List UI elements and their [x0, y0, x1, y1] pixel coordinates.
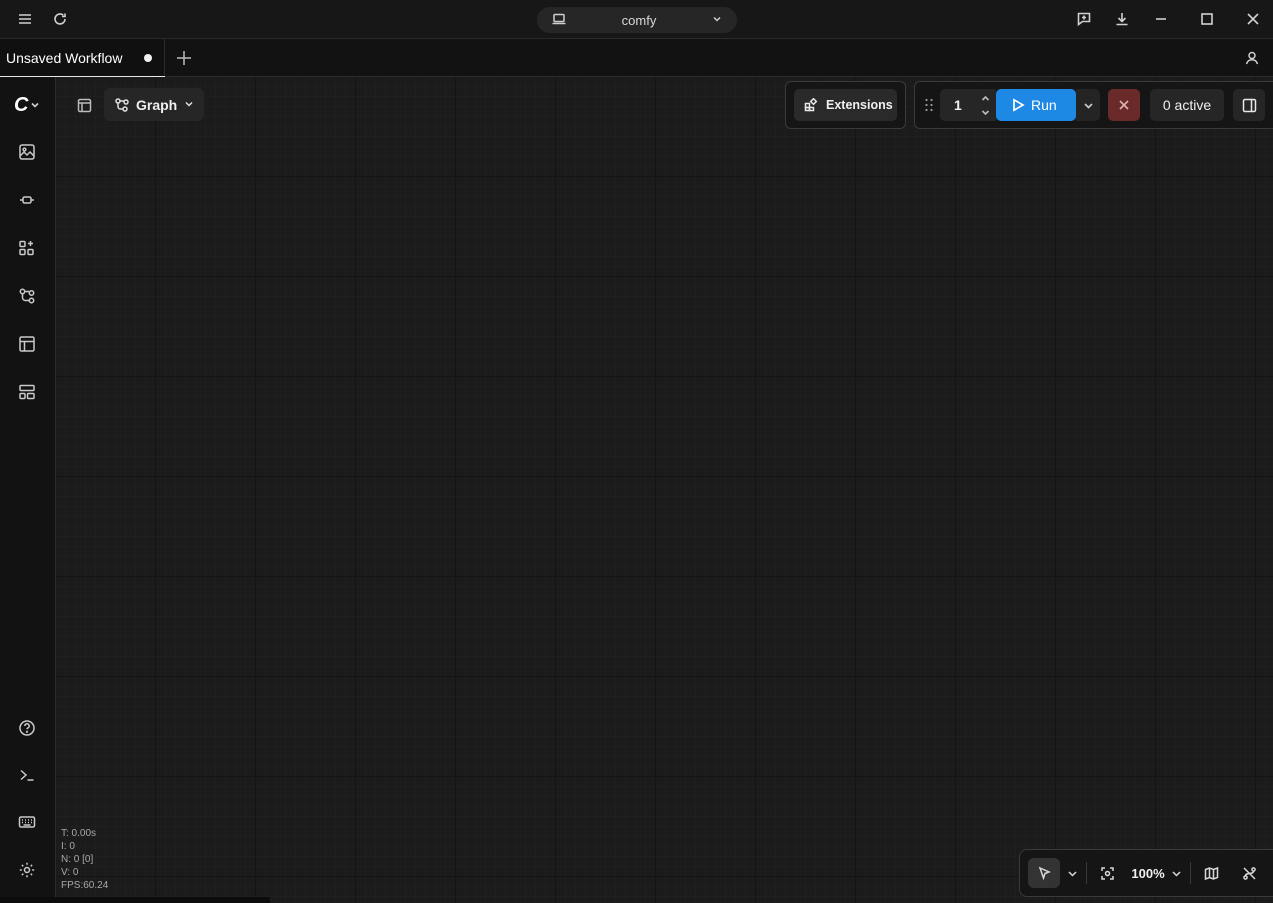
tool-menu-button[interactable] [1062, 858, 1082, 888]
map-icon [1204, 866, 1218, 880]
user-icon[interactable] [1240, 46, 1264, 70]
stat-time: T: 0.00s [61, 828, 97, 839]
node-library-icon[interactable] [12, 233, 42, 263]
chevron-down-icon [183, 97, 195, 113]
view-mode-label: Graph [136, 96, 178, 113]
batch-count-value: 1 [954, 97, 962, 113]
templates-icon[interactable] [12, 329, 42, 359]
panel-right-icon [1242, 98, 1256, 112]
cancel-button[interactable] [1108, 89, 1140, 121]
workflow-tab-bar: Unsaved Workflow [0, 39, 1273, 78]
extensions-icon [804, 98, 818, 112]
server-selector[interactable]: comfy [537, 7, 737, 33]
comfy-menu-button[interactable]: C [14, 94, 48, 116]
chevron-down-icon [1083, 102, 1093, 109]
title-bar: comfy [0, 0, 1273, 39]
stat-nodes: N: 0 [0] [61, 854, 94, 865]
increment-icon[interactable] [978, 92, 992, 104]
toggle-panel-icon[interactable] [72, 93, 96, 117]
cursor-icon [1038, 866, 1051, 880]
stat-v: V: 0 [61, 867, 79, 878]
close-icon [1119, 100, 1129, 110]
minimap-button[interactable] [1196, 858, 1226, 888]
menu-icon[interactable] [12, 6, 38, 32]
plus-icon [177, 51, 191, 65]
stat-fps: FPS:60.24 [61, 880, 109, 891]
help-icon[interactable] [12, 713, 42, 743]
close-icon[interactable] [1240, 6, 1266, 32]
maximize-icon[interactable] [1194, 6, 1220, 32]
focus-icon [1100, 866, 1114, 880]
divider [1190, 862, 1191, 884]
fit-view-button[interactable] [1092, 858, 1122, 888]
images-icon[interactable] [12, 137, 42, 167]
terminal-icon[interactable] [12, 760, 42, 790]
divider [1086, 862, 1087, 884]
batch-count-stepper[interactable]: 1 [940, 89, 996, 121]
decrement-icon[interactable] [978, 106, 992, 118]
keyboard-icon[interactable] [12, 807, 42, 837]
comfy-logo-icon: C [14, 94, 29, 116]
workflow-tab-title: Unsaved Workflow [6, 50, 123, 66]
feedback-icon[interactable] [1071, 6, 1097, 32]
comfyui-app: comfy Unsaved Workflow C Graph Extension… [0, 0, 1273, 903]
extensions-label: Extensions [826, 98, 893, 112]
play-icon [1013, 98, 1025, 112]
hide-links-icon [1242, 866, 1256, 880]
zoom-menu-button[interactable] [1166, 858, 1186, 888]
select-tool-button[interactable] [1028, 858, 1060, 888]
zoom-level[interactable]: 100% [1128, 858, 1168, 888]
server-name: comfy [621, 12, 657, 28]
chevron-down-icon [1171, 870, 1181, 877]
view-mode-selector[interactable]: Graph [104, 88, 204, 121]
workflow-tab[interactable]: Unsaved Workflow [0, 39, 165, 78]
chevron-down-icon [1067, 870, 1077, 877]
canvas-controls: 100% [1019, 849, 1273, 897]
download-icon[interactable] [1109, 6, 1135, 32]
workflows-icon[interactable] [12, 281, 42, 311]
extensions-button[interactable]: Extensions [794, 89, 897, 121]
laptop-icon [551, 11, 567, 30]
graph-icon [115, 97, 129, 112]
run-options-button[interactable] [1076, 89, 1100, 121]
render-stats: T: 0.00s I: 0 N: 0 [0] V: 0 FPS:60.24 [61, 827, 108, 892]
stat-i: I: 0 [61, 841, 75, 852]
settings-icon[interactable] [12, 855, 42, 885]
unsaved-indicator [144, 54, 152, 62]
new-tab-button[interactable] [172, 46, 196, 70]
models-icon[interactable] [12, 185, 42, 215]
toggle-links-button[interactable] [1234, 858, 1264, 888]
chevron-down-icon [31, 102, 40, 108]
minimize-icon[interactable] [1148, 6, 1174, 32]
reload-icon[interactable] [47, 6, 73, 32]
drag-handle-icon[interactable] [922, 97, 936, 113]
sidebar: C [0, 77, 56, 903]
run-button[interactable]: Run [996, 89, 1076, 121]
chevron-down-icon [711, 13, 723, 28]
extensions-toolbar: Extensions [785, 81, 906, 129]
right-panel-toggle[interactable] [1233, 89, 1265, 121]
app-mode-icon[interactable] [12, 377, 42, 407]
graph-canvas[interactable]: Graph Extensions 1 Run 0 active T: 0.00s… [56, 77, 1273, 903]
run-label: Run [1031, 97, 1057, 113]
status-strip [0, 897, 270, 903]
queue-active-button[interactable]: 0 active [1150, 89, 1224, 121]
run-toolbar: 1 Run 0 active [914, 81, 1273, 129]
